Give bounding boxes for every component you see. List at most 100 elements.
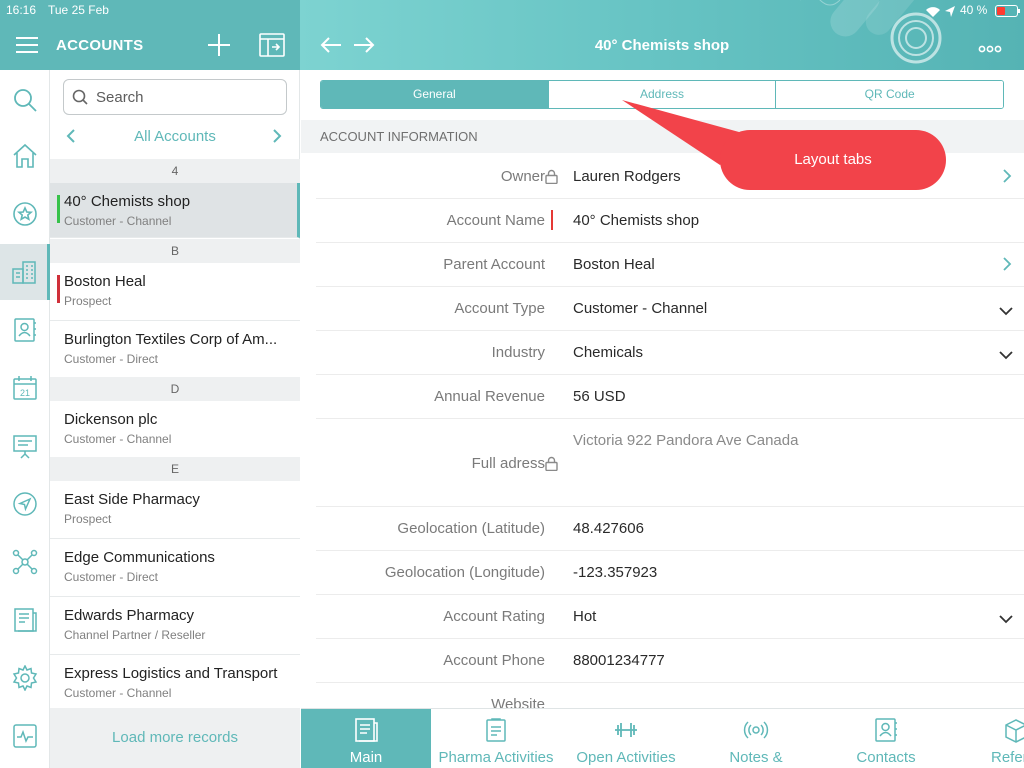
reports-icon[interactable] xyxy=(0,592,50,648)
tab-referer[interactable]: Referer xyxy=(951,709,1024,768)
field-label: Full adress xyxy=(471,455,545,472)
field-website[interactable]: Website xyxy=(316,683,1024,708)
search-input[interactable]: Search xyxy=(63,79,287,115)
list-header: 16:16 Tue 25 Feb ACCOUNTS xyxy=(0,0,300,70)
field-label: Industry xyxy=(491,344,545,361)
chevron-down-icon[interactable] xyxy=(998,347,1014,365)
network-icon[interactable] xyxy=(0,534,50,590)
list-item-type: Customer - Direct xyxy=(64,570,159,584)
chevron-down-icon[interactable] xyxy=(998,611,1014,629)
tab-label: Open Activities xyxy=(576,749,676,766)
field-account-name[interactable]: Account Name 40° Chemists shop xyxy=(316,199,1024,243)
field-value: 88001234777 xyxy=(573,652,665,669)
accounts-icon[interactable] xyxy=(0,244,50,300)
tab-qr-code[interactable]: QR Code xyxy=(776,81,1003,108)
field-value: Boston Heal xyxy=(573,256,655,273)
location-icon xyxy=(945,4,955,22)
lock-icon xyxy=(545,169,558,189)
section-header: E xyxy=(50,457,300,481)
tab-notes[interactable]: Notes & xyxy=(691,709,821,768)
list-item[interactable]: Express Logistics and Transport Customer… xyxy=(50,655,300,713)
field-label: Owner xyxy=(500,168,545,185)
pharma-activities-icon xyxy=(483,717,509,747)
tab-main[interactable]: Main xyxy=(301,709,431,768)
list-item-type: Prospect xyxy=(64,294,112,308)
filter-next-icon[interactable] xyxy=(272,128,282,149)
tab-label: Pharma Activities xyxy=(438,749,554,766)
field-account-phone[interactable]: Account Phone 88001234777 xyxy=(316,639,1024,683)
tab-contacts[interactable]: Contacts xyxy=(821,709,951,768)
field-label: Account Type xyxy=(454,300,545,317)
navigation-icon[interactable] xyxy=(0,476,50,532)
detail-title: 40° Chemists shop xyxy=(594,37,730,54)
open-activities-icon xyxy=(613,717,639,747)
list-item[interactable]: East Side Pharmacy Prospect xyxy=(50,481,300,539)
field-label: Parent Account xyxy=(443,256,545,273)
activity-icon[interactable] xyxy=(0,708,50,764)
notes-icon xyxy=(743,717,769,747)
list-title: ACCOUNTS xyxy=(56,37,144,54)
field-full-address[interactable]: Full adress Victoria 922 Pandora Ave Can… xyxy=(316,419,1024,507)
field-value: 48.427606 xyxy=(573,520,644,537)
field-account-type[interactable]: Account Type Customer - Channel xyxy=(316,287,1024,331)
status-time: 16:16 xyxy=(6,3,37,17)
field-label: Website xyxy=(491,696,545,708)
list-item-name: Dickenson plc xyxy=(64,411,158,428)
list-item-name: Edge Communications xyxy=(64,549,215,566)
chevron-right-icon[interactable] xyxy=(1002,256,1012,277)
field-account-rating[interactable]: Account Rating Hot xyxy=(316,595,1024,639)
list-item-type: Customer - Channel xyxy=(64,214,172,228)
field-value: -123.357923 xyxy=(573,564,658,581)
referer-icon xyxy=(1003,717,1024,747)
section-header: 4 xyxy=(50,159,300,183)
field-label: Account Name xyxy=(446,212,545,229)
list-item-type: Customer - Channel xyxy=(64,686,172,700)
list-item-name: East Side Pharmacy xyxy=(64,491,200,508)
list-item[interactable]: Edge Communications Customer - Direct xyxy=(50,539,300,597)
contacts-icon[interactable] xyxy=(0,302,50,358)
field-longitude[interactable]: Geolocation (Longitude) -123.357923 xyxy=(316,551,1024,595)
chevron-right-icon[interactable] xyxy=(1002,168,1012,189)
more-options-icon[interactable] xyxy=(978,40,1002,58)
list-item-type: Customer - Direct xyxy=(64,352,159,366)
layout-tabs-callout: Layout tabs xyxy=(720,130,946,190)
presentation-icon[interactable] xyxy=(0,418,50,474)
field-parent-account[interactable]: Parent Account Boston Heal xyxy=(316,243,1024,287)
field-latitude[interactable]: Geolocation (Latitude) 48.427606 xyxy=(316,507,1024,551)
section-header: B xyxy=(50,239,300,263)
decorative-waves xyxy=(800,0,942,64)
filter-label[interactable]: All Accounts xyxy=(50,128,300,145)
status-indicator xyxy=(57,275,60,303)
settings-icon[interactable] xyxy=(0,650,50,706)
field-annual-revenue[interactable]: Annual Revenue 56 USD xyxy=(316,375,1024,419)
field-industry[interactable]: Industry Chemicals xyxy=(316,331,1024,375)
search-icon[interactable] xyxy=(0,72,50,128)
home-icon[interactable] xyxy=(0,128,50,184)
field-value: 40° Chemists shop xyxy=(573,212,700,229)
tab-label: Notes & xyxy=(729,749,783,766)
list-item[interactable]: Boston Heal Prospect xyxy=(50,263,300,321)
search-placeholder: Search xyxy=(96,88,144,106)
calendar-icon[interactable]: 21 xyxy=(0,360,50,416)
icon-rail: 21 xyxy=(0,70,50,768)
menu-icon[interactable] xyxy=(16,36,38,54)
field-label: Annual Revenue xyxy=(434,388,545,405)
list-item-name: 40° Chemists shop xyxy=(64,193,191,210)
add-icon[interactable] xyxy=(208,34,230,56)
tab-general[interactable]: General xyxy=(321,81,549,108)
tab-label: Contacts xyxy=(856,749,916,766)
status-date: Tue 25 Feb xyxy=(48,3,109,17)
favorites-icon[interactable] xyxy=(0,186,50,242)
list-item[interactable]: Dickenson plc Customer - Channel xyxy=(50,401,300,459)
tab-pharma-activities[interactable]: Pharma Activities xyxy=(431,709,561,768)
status-indicator xyxy=(57,195,60,223)
accounts-list-panel: Search All Accounts 4 40° Chemists shop … xyxy=(50,70,300,768)
tab-open-activities[interactable]: Open Activities xyxy=(561,709,691,768)
list-item[interactable]: Edwards Pharmacy Channel Partner / Resel… xyxy=(50,597,300,655)
chevron-down-icon[interactable] xyxy=(998,303,1014,321)
list-item[interactable]: 40° Chemists shop Customer - Channel xyxy=(50,183,300,238)
load-more-button[interactable]: Load more records xyxy=(50,708,300,768)
split-view-icon[interactable] xyxy=(259,33,285,57)
lock-icon xyxy=(545,456,558,476)
list-item[interactable]: Burlington Textiles Corp of Am... Custom… xyxy=(50,321,300,379)
